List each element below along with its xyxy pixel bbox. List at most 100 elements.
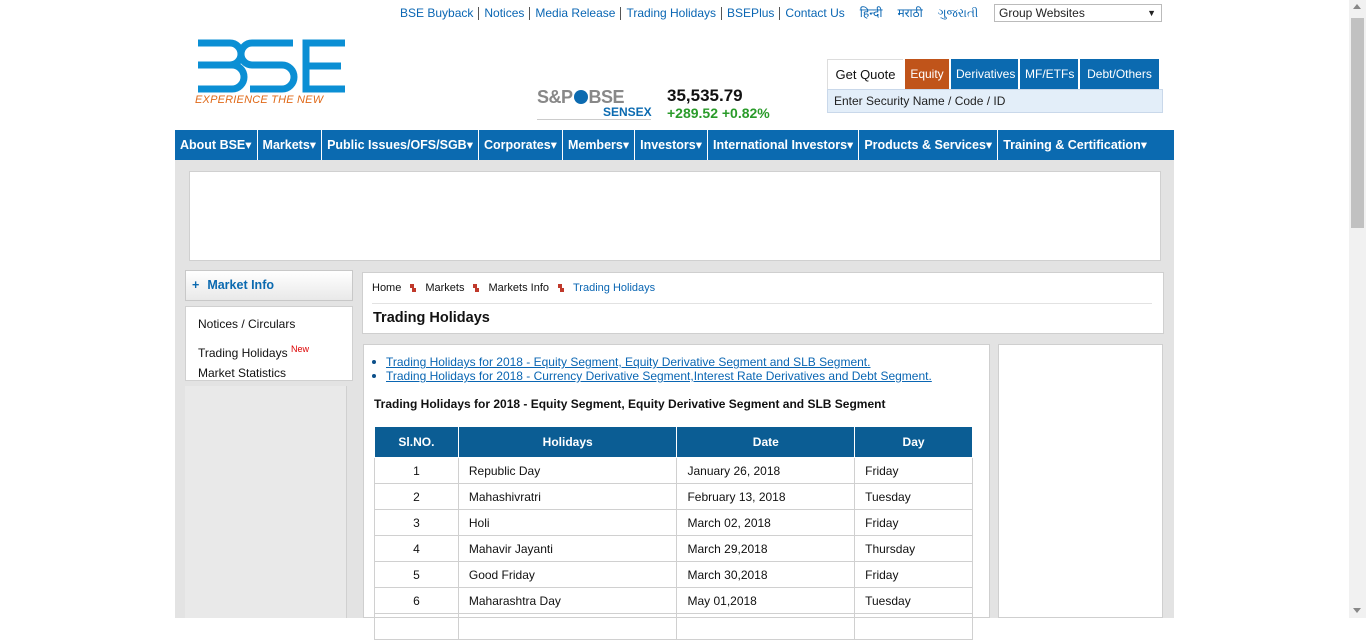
cell-holiday: Holi (457, 509, 678, 536)
divider (537, 119, 651, 120)
breadcrumb-current: Trading Holidays (573, 282, 656, 294)
sensex-value: 35,535.79 (667, 86, 743, 105)
tab-debt-others[interactable]: Debt/Others (1080, 59, 1159, 89)
holiday-links: Trading Holidays for 2018 - Equity Segme… (372, 355, 932, 383)
table-row: 4 Mahavir Jayanti March 29,2018 Thursday (374, 535, 973, 562)
lang-marathi[interactable]: मराठी (897, 6, 922, 20)
cell-slno: 5 (374, 561, 459, 588)
tab-get-quote[interactable]: Get Quote (827, 59, 903, 89)
lang-hindi[interactable]: हिन्दी (860, 6, 883, 20)
link-currency-holidays[interactable]: Trading Holidays for 2018 - Currency Der… (386, 369, 932, 383)
cell-slno: 3 (374, 509, 459, 536)
main-content: Trading Holidays for 2018 - Equity Segme… (363, 344, 990, 640)
list-item: Trading Holidays for 2018 - Currency Der… (372, 369, 932, 383)
lang-gujarati[interactable]: ગુજરાતી (938, 6, 979, 20)
plus-icon: + (192, 278, 200, 292)
link-equity-holidays[interactable]: Trading Holidays for 2018 - Equity Segme… (386, 355, 870, 369)
bullet-icon (372, 360, 376, 364)
top-links: BSE Buyback Notices Media Release Tradin… (395, 4, 978, 22)
toplink-contact-us[interactable]: Contact Us (780, 6, 849, 20)
sensex-label: SENSEX (603, 105, 652, 119)
cell-holiday: Good Friday (457, 561, 678, 588)
table-title: Trading Holidays for 2018 - Equity Segme… (374, 397, 886, 411)
group-websites-value: Group Websites (999, 6, 1085, 20)
group-websites-select[interactable]: Group Websites ▼ (994, 4, 1162, 22)
chevron-down-icon: ▼ (1147, 8, 1156, 18)
tab-mf-etfs[interactable]: MF/ETFs (1020, 59, 1078, 89)
new-badge: New (290, 343, 309, 354)
breadcrumb-separator-icon (410, 283, 417, 293)
nav-international-investors[interactable]: International Investors▾ (708, 130, 860, 160)
page-scrollbar[interactable] (1349, 0, 1366, 618)
scroll-down-icon[interactable] (1353, 608, 1361, 613)
logo-tagline: EXPERIENCE THE NEW (195, 94, 324, 106)
cell-holiday: Mahashivratri (457, 483, 678, 510)
col-header-date: Date (676, 426, 856, 458)
cell-slno: 6 (374, 587, 459, 614)
cell-date: March 30,2018 (676, 561, 856, 588)
tab-equity[interactable]: Equity (905, 59, 949, 89)
cell-date: March 02, 2018 (676, 509, 856, 536)
cell-slno: 4 (374, 535, 459, 562)
language-links: हिन्दी मराठी ગુજરાતી (860, 6, 979, 20)
sensex-ticker[interactable]: S&P BSE SENSEX 35,535.79 +289.52 +0.82% (537, 85, 787, 121)
cell-slno (374, 613, 459, 640)
toplink-trading-holidays[interactable]: Trading Holidays (621, 6, 723, 20)
col-header-slno: Sl.NO. (374, 426, 459, 458)
sidebar-item-trading-holidays[interactable]: Trading Holidays New (186, 337, 352, 362)
bse-logo[interactable]: EXPERIENCE THE NEW (194, 38, 349, 108)
table-row: 3 Holi March 02, 2018 Friday (374, 509, 973, 536)
table-row (374, 613, 973, 640)
cell-day: Friday (854, 457, 973, 484)
market-info-heading[interactable]: + Market Info (185, 270, 353, 301)
scroll-up-icon[interactable] (1353, 4, 1361, 9)
sp-circle-icon (573, 90, 588, 104)
banner-area (189, 171, 1161, 261)
breadcrumb-markets-info[interactable]: Markets Info (488, 282, 549, 294)
page-header-box: Home Markets Markets Info Trading Holida… (362, 272, 1164, 334)
breadcrumb-markets[interactable]: Markets (425, 282, 464, 294)
nav-public-issues[interactable]: Public Issues/OFS/SGB▾ (322, 130, 479, 160)
cell-day: Tuesday (854, 483, 973, 510)
bullet-icon (372, 374, 376, 378)
sensex-change: +289.52 +0.82% (667, 105, 770, 121)
nav-corporates[interactable]: Corporates▾ (479, 130, 563, 160)
nav-investors[interactable]: Investors▾ (635, 130, 708, 160)
sidebar-item-market-statistics[interactable]: Market Statistics (186, 361, 352, 386)
table-row: 2 Mahashivratri February 13, 2018 Tuesda… (374, 483, 973, 510)
cell-slno: 2 (374, 483, 459, 510)
cell-day: Thursday (854, 535, 973, 562)
bse-logo-mark (198, 39, 345, 93)
cell-day (854, 613, 973, 640)
nav-about-bse[interactable]: About BSE▾ (175, 130, 258, 160)
breadcrumb-home[interactable]: Home (372, 282, 401, 294)
sidebar-item-notices-circulars[interactable]: Notices / Circulars (186, 312, 352, 337)
cell-date: March 29,2018 (676, 535, 856, 562)
toplink-notices[interactable]: Notices (479, 6, 531, 20)
toplink-media-release[interactable]: Media Release (530, 6, 622, 20)
toplink-bse-buyback[interactable]: BSE Buyback (395, 6, 480, 20)
main-nav: About BSE▾ Markets▾ Public Issues/OFS/SG… (175, 130, 1174, 160)
sidebar-filler (185, 386, 347, 618)
tab-derivatives[interactable]: Derivatives (951, 59, 1018, 89)
nav-markets[interactable]: Markets▾ (258, 130, 323, 160)
table-row: 1 Republic Day January 26, 2018 Friday (374, 457, 973, 484)
nav-training-certification[interactable]: Training & Certification▾ (998, 130, 1152, 160)
page-title: Trading Holidays (373, 310, 490, 326)
cell-date (676, 613, 856, 640)
table-row: 6 Maharashtra Day May 01,2018 Tuesday (374, 587, 973, 614)
cell-holiday: Maharashtra Day (457, 587, 678, 614)
nav-members[interactable]: Members▾ (563, 130, 636, 160)
breadcrumb-separator-icon (473, 283, 480, 293)
breadcrumb-separator-icon (558, 283, 564, 293)
breadcrumb: Home Markets Markets Info Trading Holida… (372, 282, 655, 294)
security-search-input[interactable]: Enter Security Name / Code / ID (827, 89, 1163, 113)
cell-holiday (457, 613, 678, 640)
scrollbar-thumb[interactable] (1351, 18, 1364, 228)
toplink-bseplus[interactable]: BSEPlus (722, 6, 781, 20)
nav-products-services[interactable]: Products & Services▾ (859, 130, 999, 160)
table-header-row: Sl.NO. Holidays Date Day (374, 426, 973, 458)
cell-date: January 26, 2018 (676, 457, 856, 484)
get-quote-box: Get Quote Equity Derivatives MF/ETFs Deb… (827, 59, 1163, 115)
market-info-list: Notices / Circulars Trading Holidays New… (185, 306, 353, 381)
